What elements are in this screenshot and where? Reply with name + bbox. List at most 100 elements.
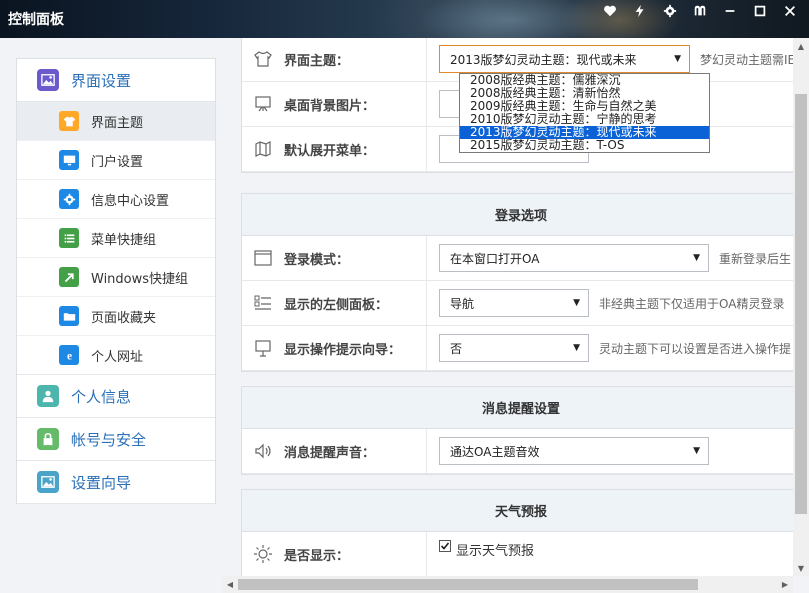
horizontal-scroll-thumb[interactable] xyxy=(238,579,698,590)
sidebar-section-setup-wizard[interactable]: 设置向导 xyxy=(17,461,215,504)
skin-icon[interactable] xyxy=(689,2,711,20)
chevron-down-icon: ▼ xyxy=(573,298,580,308)
theme-dropdown-list: 2008版经典主题：儒雅深沉 2008版经典主题：清新怡然 2009版经典主题：… xyxy=(459,73,710,153)
message-sound-label: 消息提醒声音： xyxy=(284,445,376,461)
login-mode-row: 登录模式： 在本窗口打开OA ▼ 重新登录后生 xyxy=(242,236,793,281)
message-sound-select[interactable]: 通达OA主题音效 ▼ xyxy=(439,437,709,465)
bolt-icon[interactable] xyxy=(629,2,651,20)
title-bar: 控制面板 xyxy=(0,0,809,38)
sidebar-item-label: 界面主题 xyxy=(91,115,144,131)
weather-checkbox[interactable] xyxy=(439,540,451,552)
window-title: 控制面板 xyxy=(8,12,64,28)
left-panel-hint: 非经典主题下仅适用于OA精灵登录 xyxy=(599,296,785,311)
speaker-icon xyxy=(252,440,274,462)
horizontal-scrollbar[interactable]: ◀ ▶ xyxy=(222,576,793,593)
shirt-icon xyxy=(252,48,274,70)
theme-hint: 梦幻灵动主题需IE xyxy=(700,52,793,67)
picture-icon xyxy=(37,69,59,91)
sidebar-item-windows-shortcuts[interactable]: Windows快捷组 xyxy=(17,258,215,297)
sidebar-item-label: 门户设置 xyxy=(91,154,144,170)
list-icon xyxy=(59,228,79,248)
list-icon xyxy=(252,292,274,314)
background-label: 桌面背景图片： xyxy=(284,98,376,114)
picture-icon xyxy=(37,471,59,493)
sidebar-item-portal[interactable]: 门户设置 xyxy=(17,141,215,180)
weather-display-row: 是否显示： 显示天气预报 xyxy=(242,532,793,576)
login-mode-label: 登录模式： xyxy=(284,252,350,268)
sidebar-section-label: 个人信息 xyxy=(71,387,132,406)
easel-icon xyxy=(252,337,274,359)
guide-row: 显示操作提示向导： 否 ▼ 灵动主题下可以设置是否进入操作提 xyxy=(242,326,793,371)
easel-icon xyxy=(252,93,274,115)
chevron-down-icon: ▼ xyxy=(674,54,681,64)
gear-icon[interactable] xyxy=(659,2,681,20)
login-mode-value: 在本窗口打开OA xyxy=(450,251,540,266)
weather-checkbox-label[interactable]: 显示天气预报 xyxy=(456,540,534,559)
default-menu-label: 默认展开菜单： xyxy=(284,143,376,159)
arrow-icon xyxy=(59,267,79,287)
theme-select-value: 2013版梦幻灵动主题：现代或未来 xyxy=(450,52,637,67)
chevron-down-icon: ▼ xyxy=(573,343,580,353)
vertical-scroll-thumb[interactable] xyxy=(795,94,807,514)
sidebar-section-account-security[interactable]: 帐号与安全 xyxy=(17,418,215,461)
weather-display-label: 是否显示： xyxy=(284,548,350,564)
theme-label: 界面主题： xyxy=(284,53,350,69)
message-panel: 消息提醒设置 消息提醒声音： 通达OA主题音效 ▼ xyxy=(241,386,793,475)
sidebar-section-label: 界面设置 xyxy=(71,71,132,90)
scroll-up-icon[interactable]: ▲ xyxy=(793,38,809,54)
chevron-down-icon: ▼ xyxy=(693,253,700,263)
message-sound-row: 消息提醒声音： 通达OA主题音效 ▼ xyxy=(242,429,793,474)
close-icon[interactable] xyxy=(779,2,801,20)
scroll-down-icon[interactable]: ▼ xyxy=(793,560,809,576)
theme-option[interactable]: 2015版梦幻灵动主题：T-OS xyxy=(460,139,709,152)
weather-panel: 天气预报 是否显示： 显示天气预报 xyxy=(241,489,793,576)
weather-panel-title: 天气预报 xyxy=(242,490,793,532)
guide-value: 否 xyxy=(450,341,463,356)
left-panel-label: 显示的左侧面板： xyxy=(284,297,389,313)
sidebar-item-theme[interactable]: 界面主题 xyxy=(17,102,215,141)
sidebar-item-personal-urls[interactable]: e 个人网址 xyxy=(17,336,215,375)
sidebar-item-label: 页面收藏夹 xyxy=(91,310,157,326)
left-panel-select[interactable]: 导航 ▼ xyxy=(439,289,589,317)
left-panel-row: 显示的左侧面板： 导航 ▼ 非经典主题下仅适用于OA精灵登录 xyxy=(242,281,793,326)
scroll-right-icon[interactable]: ▶ xyxy=(777,576,793,593)
login-panel-title: 登录选项 xyxy=(242,194,793,236)
login-panel: 登录选项 登录模式： 在本窗口打开OA ▼ 重新登录后生 显示的左侧面板： 导航… xyxy=(241,193,793,372)
guide-label: 显示操作提示向导： xyxy=(284,342,402,358)
message-sound-value: 通达OA主题音效 xyxy=(450,444,540,459)
login-mode-hint: 重新登录后生 xyxy=(719,251,792,266)
login-mode-select[interactable]: 在本窗口打开OA ▼ xyxy=(439,244,709,272)
gear-icon xyxy=(59,189,79,209)
window-icon xyxy=(252,247,274,269)
sidebar-section-label: 帐号与安全 xyxy=(71,430,147,449)
vertical-scrollbar[interactable]: ▲ ▼ xyxy=(793,38,809,576)
scroll-left-icon[interactable]: ◀ xyxy=(222,576,238,593)
map-icon xyxy=(252,138,274,160)
lock-icon xyxy=(37,428,59,450)
left-panel-value: 导航 xyxy=(450,296,475,311)
shirt-icon xyxy=(59,111,79,131)
maximize-icon[interactable] xyxy=(749,2,771,20)
theme-select[interactable]: 2013版梦幻灵动主题：现代或未来 ▼ xyxy=(439,45,690,73)
minimize-icon[interactable] xyxy=(719,2,741,20)
sun-icon xyxy=(252,543,274,565)
sidebar-item-info-center[interactable]: 信息中心设置 xyxy=(17,180,215,219)
settings-sidebar: 界面设置 界面主题 门户设置 信息中心设置 菜单快捷组 Windows快捷组 页… xyxy=(16,58,216,504)
sidebar-section-interface[interactable]: 界面设置 xyxy=(17,59,215,102)
sidebar-section-personal-info[interactable]: 个人信息 xyxy=(17,375,215,418)
heart-icon[interactable] xyxy=(599,2,621,20)
guide-select[interactable]: 否 ▼ xyxy=(439,334,589,362)
message-panel-title: 消息提醒设置 xyxy=(242,387,793,429)
ie-icon: e xyxy=(59,345,79,365)
person-icon xyxy=(37,385,59,407)
folder-icon xyxy=(59,306,79,326)
sidebar-item-label: Windows快捷组 xyxy=(91,271,189,287)
chevron-down-icon: ▼ xyxy=(693,446,700,456)
svg-text:e: e xyxy=(66,350,71,361)
theme-panel: 界面主题： 2013版梦幻灵动主题：现代或未来 ▼ 梦幻灵动主题需IE 桌面背景… xyxy=(241,38,793,173)
sidebar-item-label: 个人网址 xyxy=(91,349,144,365)
sidebar-item-favorites[interactable]: 页面收藏夹 xyxy=(17,297,215,336)
sidebar-item-menu-shortcuts[interactable]: 菜单快捷组 xyxy=(17,219,215,258)
monitor-icon xyxy=(59,150,79,170)
guide-hint: 灵动主题下可以设置是否进入操作提 xyxy=(599,341,792,356)
